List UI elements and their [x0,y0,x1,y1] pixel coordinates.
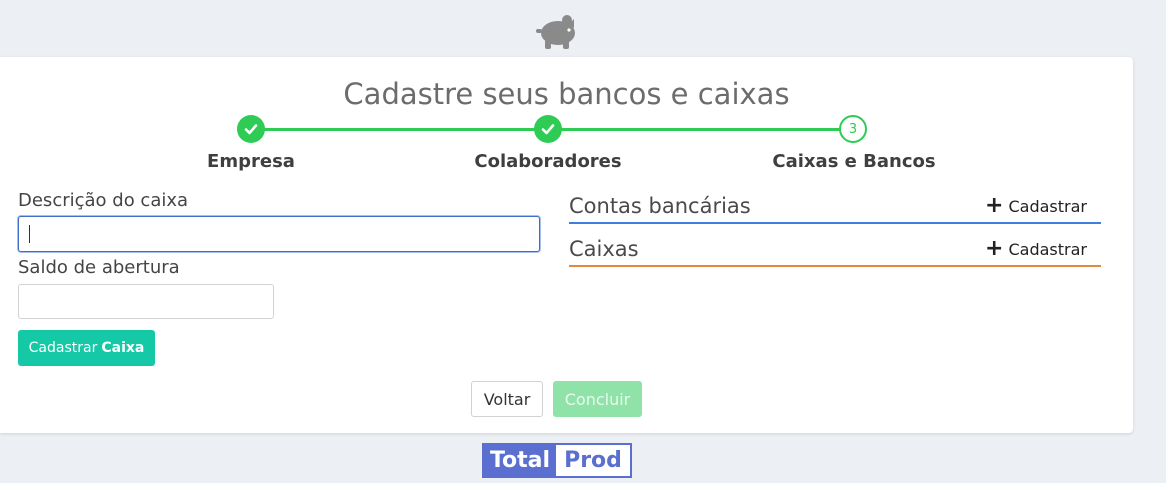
text-caret [29,225,30,243]
contas-bancarias-title: Contas bancárias [569,194,751,218]
step-label-empresa: Empresa [207,151,295,172]
cadastrar-caixa-button[interactable]: Cadastrar Caixa [18,330,155,366]
section-contas-bancarias: Contas bancárias + Cadastrar [569,190,1101,224]
voltar-button[interactable]: Voltar [471,381,543,417]
concluir-button[interactable]: Concluir [553,381,642,417]
brand-part-prod: Prod [556,445,630,476]
wizard-card: Cadastre seus bancos e caixas 3 Empresa … [0,57,1133,433]
caixas-title: Caixas [569,237,639,261]
step-label-caixas-bancos: Caixas e Bancos [772,151,936,172]
cadastrar-caixa-bold: Caixa [101,340,145,356]
piggy-bank-icon [536,15,575,49]
step-1-check-icon [237,115,265,143]
section-caixas: Caixas + Cadastrar [569,233,1101,267]
cadastrar-conta-label: Cadastrar [1008,196,1087,216]
cadastrar-caixa-prefix: Cadastrar [28,340,98,356]
cadastrar-conta-button[interactable]: + Cadastrar [985,195,1101,217]
cadastrar-caixa-section-label: Cadastrar [1008,239,1087,259]
step-2-check-icon [534,115,562,143]
step-label-colaboradores: Colaboradores [474,151,622,172]
saldo-input[interactable] [18,284,274,319]
plus-icon: + [985,236,1004,261]
page-title: Cadastre seus bancos e caixas [343,77,790,111]
descricao-input[interactable] [18,216,540,252]
descricao-label: Descrição do caixa [18,190,189,211]
brand-logo: Total Prod [482,443,632,478]
cadastrar-caixa-section-button[interactable]: + Cadastrar [985,238,1101,260]
plus-icon: + [985,193,1004,218]
brand-part-total: Total [484,445,556,476]
saldo-label: Saldo de abertura [18,257,180,278]
step-3-indicator: 3 [839,115,867,143]
